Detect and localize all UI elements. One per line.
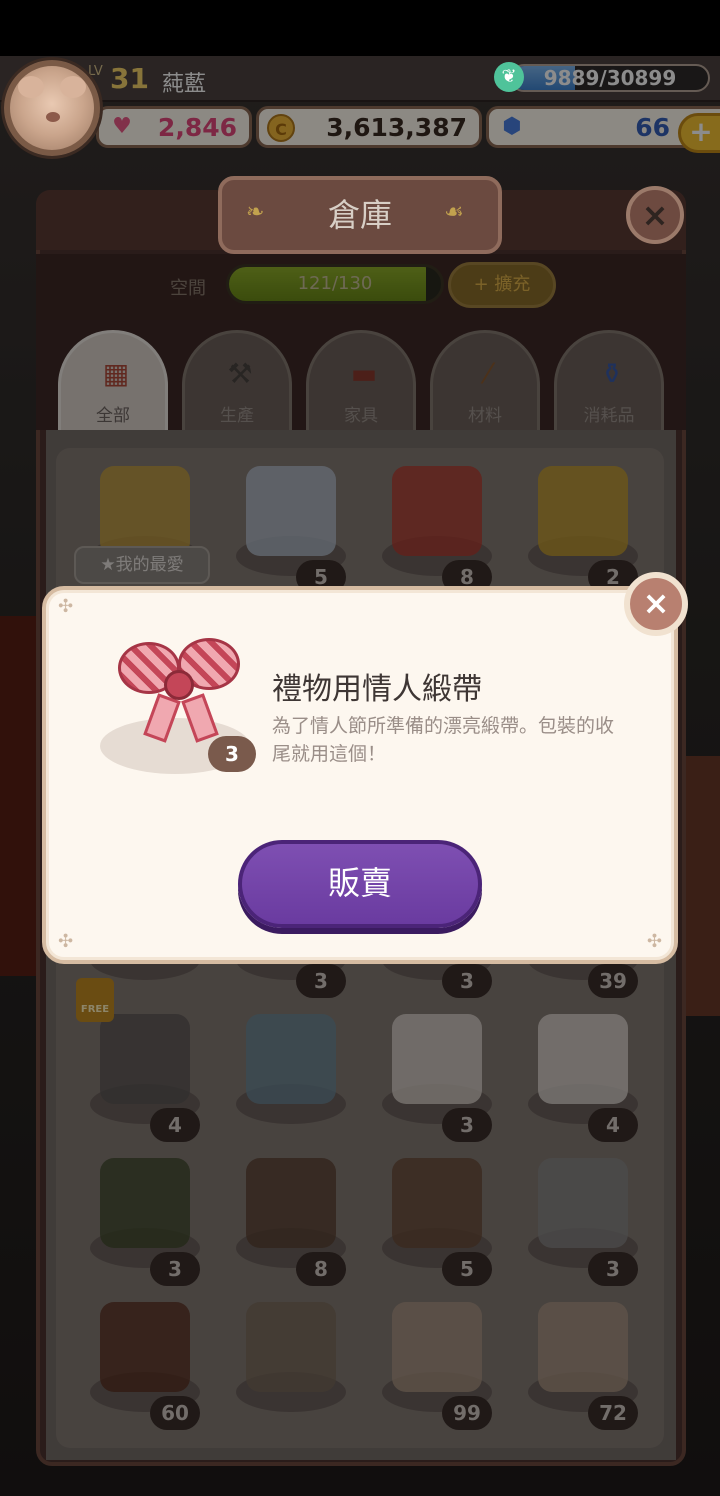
warehouse-title: 倉庫 — [327, 196, 392, 234]
ribbon-icon — [114, 632, 242, 744]
close-warehouse-button[interactable]: × — [626, 186, 684, 244]
corner-ornament-icon: ✣ — [58, 596, 74, 617]
item-name: 禮物用情人緞帶 — [272, 672, 482, 707]
close-modal-button[interactable]: × — [624, 572, 688, 636]
status-bar — [0, 0, 720, 56]
corner-ornament-icon: ✣ — [646, 931, 662, 952]
corner-ornament-icon: ✣ — [58, 931, 74, 952]
item-description: 為了情人節所準備的漂亮緞帶。包裝的收尾就用這個！ — [272, 715, 615, 765]
sell-button[interactable]: 販賣 — [238, 840, 482, 928]
player-avatar[interactable] — [4, 60, 100, 156]
leaf-xp-icon: ❦ — [494, 62, 524, 92]
item-count-badge: 3 — [208, 736, 256, 772]
